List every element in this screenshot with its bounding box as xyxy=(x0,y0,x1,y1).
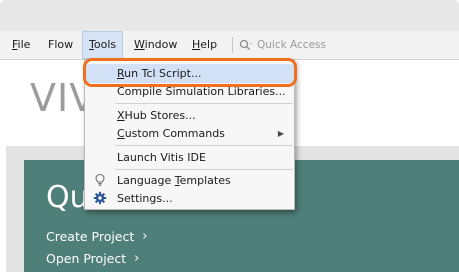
menu-file[interactable]: File xyxy=(6,31,36,59)
menu-window[interactable]: Window xyxy=(128,31,183,59)
window-titlebar xyxy=(0,0,459,31)
menu-item-launch-vitis-ide[interactable]: Launch Vitis IDE xyxy=(85,148,294,167)
menu-flow[interactable]: Flow xyxy=(42,31,79,59)
quick-access-placeholder: Quick Access xyxy=(257,39,326,51)
search-icon xyxy=(239,39,252,50)
menu-item-compile-simulation-libraries[interactable]: Compile Simulation Libraries... xyxy=(85,82,294,101)
menu-separator xyxy=(115,145,293,146)
menu-help[interactable]: Help xyxy=(186,31,223,59)
menu-separator xyxy=(115,169,293,170)
create-project-link[interactable]: Create Project › xyxy=(46,229,147,244)
chevron-right-icon: › xyxy=(142,229,148,244)
create-project-label: Create Project xyxy=(46,229,135,244)
menu-item-run-tcl-script[interactable]: Run Tcl Script... xyxy=(85,64,294,83)
menu-item-language-templates[interactable]: Language Templates xyxy=(85,171,294,190)
gear-icon xyxy=(93,191,107,205)
quick-access-divider xyxy=(232,37,233,53)
open-project-link[interactable]: Open Project › xyxy=(46,251,139,266)
menu-item-custom-commands[interactable]: Custom Commands ▶ xyxy=(85,124,294,143)
tools-menu-dropdown: Run Tcl Script... Compile Simulation Lib… xyxy=(84,59,295,210)
chevron-right-icon: › xyxy=(134,251,140,266)
menu-tools[interactable]: Tools xyxy=(82,31,124,59)
menu-item-xhub-stores[interactable]: XHub Stores... xyxy=(85,106,294,125)
open-project-label: Open Project xyxy=(46,251,127,266)
menu-item-settings[interactable]: Settings... xyxy=(85,189,294,208)
menu-separator xyxy=(115,103,293,104)
lightbulb-icon xyxy=(95,173,105,186)
submenu-arrow-icon: ▶ xyxy=(277,129,284,138)
quick-access-search[interactable]: Quick Access xyxy=(232,36,422,54)
